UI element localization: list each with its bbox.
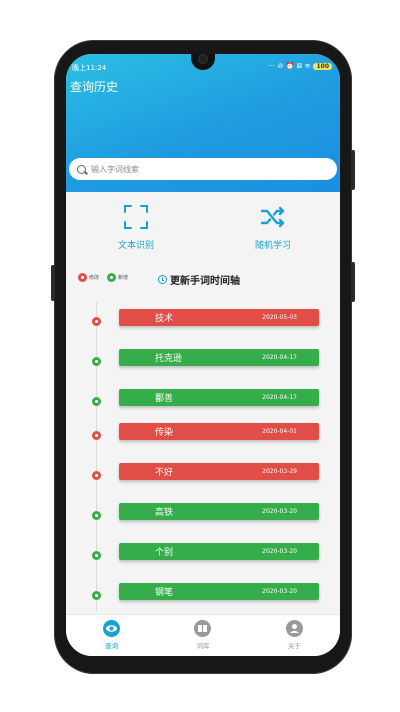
timeline-word: 技术 (155, 314, 174, 324)
nav-label-library: 词库 (196, 642, 210, 650)
timeline-date: 2020-04-17 (262, 354, 297, 361)
timeline-title: 更新手词时间轴 (170, 276, 240, 287)
app-screen: 晚上11:24 ··· ⊘ ⏰ ⊠ ≋ 100 查询历史 文本识别 随机学习 (66, 54, 340, 656)
legend-add-label: 新增 (118, 275, 129, 281)
timeline-card[interactable]: 个别 2020-03-20 (119, 543, 319, 560)
timeline-heading: 更新手词时间轴 (158, 272, 240, 287)
phone-side-button (351, 262, 355, 302)
timeline-row[interactable]: 传染 2020-04-01 (66, 423, 340, 443)
timeline-word: 高铁 (155, 508, 174, 518)
clock-icon (158, 275, 167, 284)
status-time: 晚上11:24 (72, 64, 107, 72)
random-study-button[interactable]: 随机学习 (233, 204, 313, 251)
nav-label-query: 查询 (105, 642, 119, 650)
phone-side-button (351, 150, 355, 190)
timeline-date: 2020-03-20 (262, 508, 297, 515)
timeline-date: 2020-03-20 (262, 548, 297, 555)
timeline-word: 个别 (155, 548, 174, 558)
text-recognition-button[interactable]: 文本识别 (96, 204, 176, 251)
timeline-row[interactable]: 个别 2020-03-20 (66, 543, 340, 563)
search-icon (77, 164, 86, 174)
shuffle-icon (260, 206, 285, 228)
status-icons: ··· ⊘ ⏰ ⊠ ≋ 100 (269, 62, 332, 70)
timeline-word: 托克逊 (155, 354, 183, 364)
timeline-row[interactable]: 高铁 2020-03-20 (66, 503, 340, 523)
nav-item-about[interactable]: 关于 (249, 615, 340, 656)
timeline-card[interactable]: 钢笔 2020-03-20 (119, 583, 319, 600)
eye-icon (103, 620, 121, 637)
timeline-row[interactable]: 不好 2020-03-29 (66, 463, 340, 483)
modify-dot-icon (92, 471, 101, 480)
modify-dot-icon (92, 431, 101, 440)
nav-item-library[interactable]: 词库 (157, 615, 248, 656)
timeline-date: 2020-03-20 (262, 588, 297, 595)
add-dot-icon (107, 273, 117, 282)
search-bar[interactable] (69, 158, 337, 180)
timeline-card[interactable]: 托克逊 2020-04-17 (119, 349, 319, 366)
modify-dot-icon (92, 317, 101, 326)
add-dot-icon (92, 591, 101, 600)
modify-dot-icon (78, 273, 87, 282)
timeline-word: 钢笔 (155, 588, 174, 598)
add-dot-icon (92, 357, 101, 366)
timeline-card[interactable]: 高铁 2020-03-20 (119, 503, 319, 520)
timeline-word: 不好 (155, 468, 174, 478)
person-icon (285, 620, 303, 637)
phone-side-button (51, 265, 55, 301)
timeline-word: 传染 (155, 428, 174, 438)
timeline-date: 2020-04-01 (262, 428, 297, 435)
timeline-date: 2020-05-03 (262, 314, 297, 321)
timeline-card[interactable]: 传染 2020-04-01 (119, 423, 319, 440)
timeline-card[interactable]: 不好 2020-03-29 (119, 463, 319, 480)
header: 晚上11:24 ··· ⊘ ⏰ ⊠ ≋ 100 查询历史 (66, 54, 340, 192)
camera-notch (191, 54, 215, 70)
battery-icon: 100 (313, 62, 332, 70)
legend-modify-label: 修改 (89, 275, 100, 281)
legend: 修改 新增 (78, 273, 128, 282)
search-input[interactable] (91, 164, 311, 174)
page-title: 查询历史 (70, 80, 119, 94)
scan-icon (124, 205, 148, 229)
add-dot-icon (92, 397, 101, 406)
timeline-date: 2020-04-17 (262, 394, 297, 401)
timeline-row[interactable]: 技术 2020-05-03 (66, 309, 340, 329)
timeline-row[interactable]: 钢笔 2020-03-20 (66, 583, 340, 603)
text-recognition-label: 文本识别 (117, 241, 154, 251)
timeline-row[interactable]: 托克逊 2020-04-17 (66, 349, 340, 369)
add-dot-icon (92, 551, 101, 560)
status-indicator-icons: ··· ⊘ ⏰ ⊠ ≋ (268, 62, 311, 70)
timeline-word: 鄱善 (155, 394, 174, 404)
timeline-card[interactable]: 技术 2020-05-03 (119, 309, 319, 326)
timeline-row[interactable]: 鄱善 2020-04-17 (66, 389, 340, 409)
timeline-card[interactable]: 鄱善 2020-04-17 (119, 389, 319, 406)
bottom-nav: 查询 词库 关于 (66, 614, 340, 656)
add-dot-icon (92, 511, 101, 520)
nav-item-query[interactable]: 查询 (66, 615, 157, 656)
nav-label-about: 关于 (287, 642, 301, 650)
timeline-date: 2020-03-29 (262, 468, 297, 475)
random-study-label: 随机学习 (254, 241, 291, 251)
camera-icon (199, 55, 207, 63)
book-icon (194, 620, 212, 637)
